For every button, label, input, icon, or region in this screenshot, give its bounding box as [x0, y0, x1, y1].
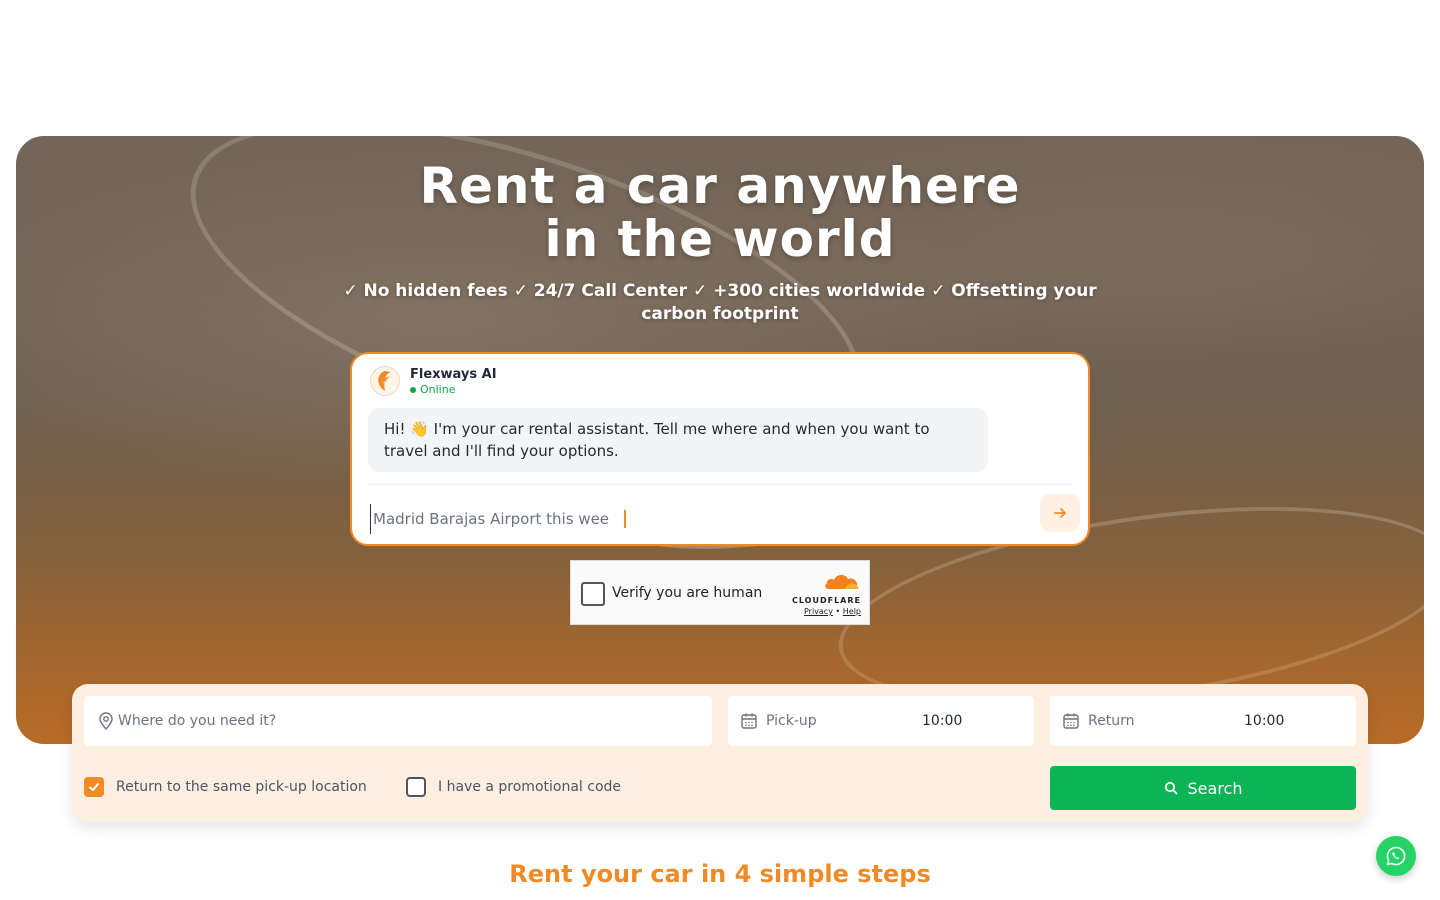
location-field[interactable]: Where do you need it? — [84, 696, 712, 746]
chat-input-caret — [624, 510, 626, 528]
search-icon — [1164, 781, 1177, 795]
promo-code-option[interactable]: I have a promotional code — [406, 777, 621, 797]
chat-message-bubble: Hi! 👋 I'm your car rental assistant. Tel… — [368, 408, 988, 472]
same-location-checkbox[interactable] — [84, 777, 104, 797]
chat-input[interactable] — [370, 504, 1010, 534]
pickup-label: Pick-up — [766, 713, 817, 729]
return-time[interactable]: 10:00 — [1244, 713, 1284, 729]
cloudflare-link-separator: • — [835, 607, 841, 616]
same-location-label: Return to the same pick-up location — [116, 779, 367, 795]
return-label: Return — [1088, 713, 1135, 729]
whatsapp-button[interactable] — [1376, 836, 1416, 876]
cloudflare-cloud-icon — [825, 574, 859, 589]
promo-code-label: I have a promotional code — [438, 779, 622, 795]
chat-agent-name: Flexways AI — [410, 367, 497, 382]
pickup-time[interactable]: 10:00 — [922, 713, 962, 729]
hero-title: Rent a car anywhere in the world — [0, 160, 1440, 266]
cloudflare-brand: CLOUDFLARE — [792, 596, 861, 605]
search-button[interactable]: Search — [1050, 766, 1356, 810]
search-panel: Where do you need it? Pick-up 10:00 Retu… — [72, 684, 1368, 822]
map-pin-icon — [99, 712, 113, 730]
chat-status-label: Online — [420, 383, 456, 396]
pickup-date-field[interactable]: Pick-up 10:00 — [728, 696, 1034, 746]
cloudflare-captcha: Verify you are human CLOUDFLARE Privacy … — [570, 560, 870, 625]
hero-subtitle: ✓ No hidden fees ✓ 24/7 Call Center ✓ +3… — [343, 281, 1097, 324]
return-date-field[interactable]: Return 10:00 — [1050, 696, 1356, 746]
chat-divider — [368, 484, 1072, 485]
hero-title-line1: Rent a car anywhere — [419, 157, 1021, 215]
flexways-logo-icon — [370, 366, 400, 396]
location-placeholder: Where do you need it? — [118, 713, 277, 729]
hero-title-line2: in the world — [544, 210, 896, 268]
captcha-checkbox[interactable] — [581, 582, 605, 606]
privacy-link[interactable]: Privacy — [804, 607, 833, 616]
online-dot-icon — [410, 386, 416, 393]
checkmark-icon — [89, 783, 99, 791]
captcha-label: Verify you are human — [612, 585, 763, 601]
chat-status: Online — [410, 383, 455, 396]
arrow-right-icon — [1054, 508, 1066, 518]
cloudflare-links: Privacy • Help — [781, 607, 861, 616]
steps-section-title: Rent your car in 4 simple steps — [509, 860, 931, 888]
help-link[interactable]: Help — [843, 607, 861, 616]
whatsapp-icon — [1386, 846, 1406, 866]
chat-send-button[interactable] — [1040, 494, 1080, 532]
promo-code-checkbox[interactable] — [406, 777, 426, 797]
same-location-option[interactable]: Return to the same pick-up location — [84, 777, 367, 797]
ai-chat-widget: Flexways AI Online Hi! 👋 I'm your car re… — [350, 352, 1090, 546]
calendar-icon — [1063, 713, 1079, 729]
search-button-label: Search — [1187, 778, 1243, 798]
calendar-icon — [741, 713, 757, 729]
cloudflare-logo: CLOUDFLARE Privacy • Help — [781, 571, 861, 616]
